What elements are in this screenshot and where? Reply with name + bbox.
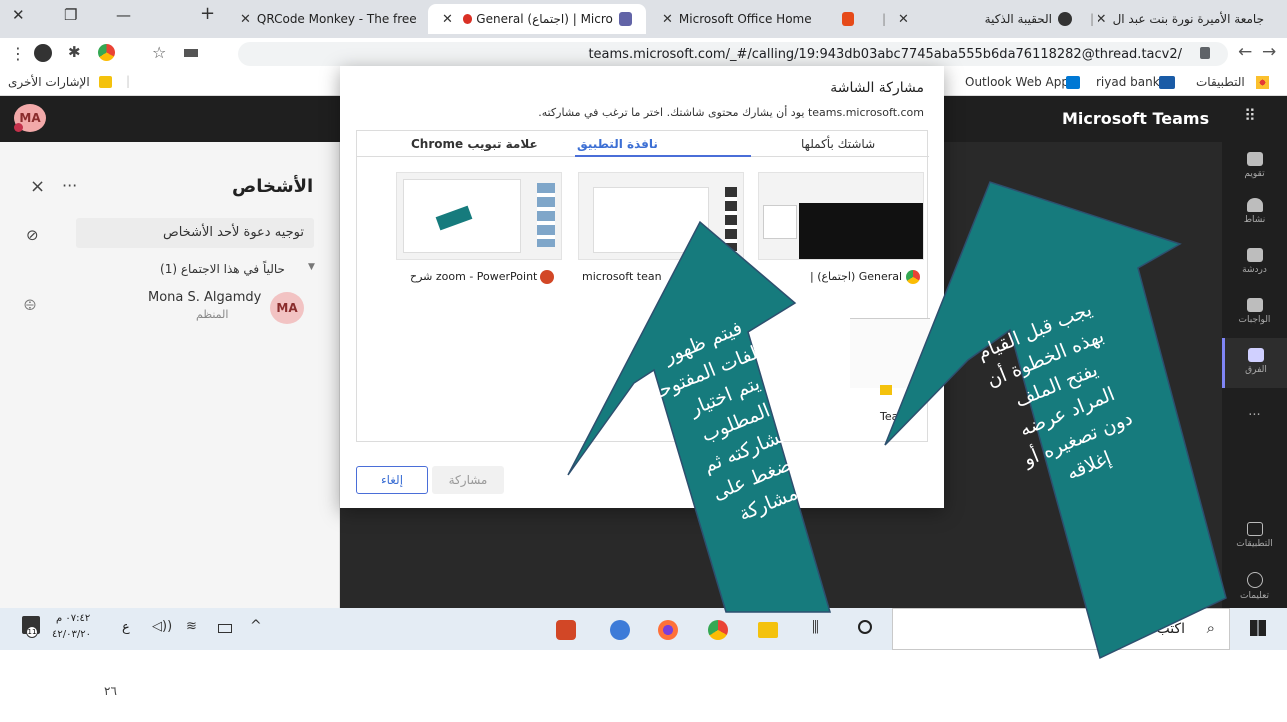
screen: ✕ ❐ — + ✕ QRCode Monkey - The free ✕ Gen… bbox=[0, 0, 1287, 722]
